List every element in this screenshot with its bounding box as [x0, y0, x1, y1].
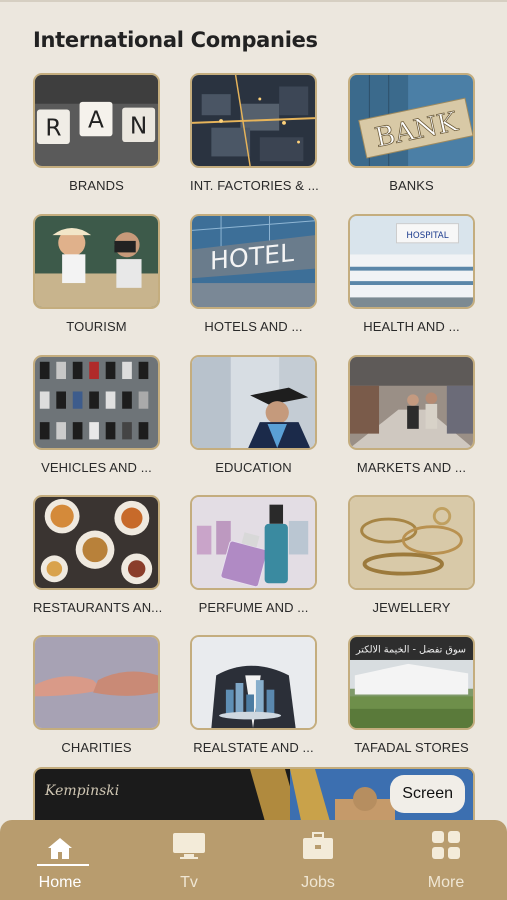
brands-letter: N: [130, 114, 147, 140]
category-tile-factories[interactable]: INT. FACTORIES & ...: [190, 73, 319, 193]
tab-label: Tv: [180, 874, 198, 891]
banks-thumbnail: BANK: [348, 73, 475, 168]
category-label: PERFUME AND ...: [198, 600, 309, 615]
category-tile-health[interactable]: HOSPITAL HEALTH AND ...: [348, 214, 475, 334]
tab-jobs[interactable]: Jobs: [263, 820, 373, 892]
category-label: CHARITIES: [61, 740, 132, 755]
category-label: HEALTH AND ...: [363, 319, 460, 334]
tourism-thumbnail: [33, 214, 160, 309]
markets-thumbnail: [348, 355, 475, 450]
category-label: TOURISM: [66, 319, 127, 334]
tv-icon: [134, 826, 244, 860]
tafadal-thumbnail: سوق تفضل - الخيمة الالكتر: [348, 635, 475, 730]
category-tile-markets[interactable]: MARKETS AND ...: [348, 355, 475, 475]
charities-thumbnail: [33, 635, 160, 730]
tab-label: Home: [38, 874, 82, 891]
home-icon: [5, 826, 115, 860]
tab-label: More: [427, 874, 465, 891]
tab-tv[interactable]: Tv: [134, 820, 244, 892]
hotels-thumbnail: HOTEL: [190, 214, 317, 309]
health-thumbnail: HOSPITAL: [348, 214, 475, 309]
hospital-sign-text: HOSPITAL: [406, 231, 448, 241]
category-tile-education[interactable]: EDUCATION: [190, 355, 317, 475]
brands-letter: R: [45, 115, 61, 141]
restaurants-thumbnail: [33, 495, 160, 590]
bottom-tab-bar: Home Tv Jobs More: [0, 820, 507, 900]
category-tile-jewellery[interactable]: JEWELLERY: [348, 495, 475, 615]
jewellery-thumbnail: [348, 495, 475, 590]
education-thumbnail: [190, 355, 317, 450]
category-tile-perfume[interactable]: PERFUME AND ...: [190, 495, 317, 615]
category-tile-realstate[interactable]: REALSTATE AND ...: [190, 635, 317, 755]
tab-label: Jobs: [301, 874, 335, 891]
category-label: HOTELS AND ...: [204, 319, 303, 334]
active-tab-indicator: [37, 864, 89, 866]
category-tile-vehicles[interactable]: VEHICLES AND ...: [33, 355, 160, 475]
store-sign-text: سوق تفضل - الخيمة الالكتر: [355, 644, 466, 655]
category-label: VEHICLES AND ...: [41, 460, 152, 475]
vehicles-thumbnail: [33, 355, 160, 450]
banner-logo: Kempinski: [45, 783, 120, 799]
category-tile-tourism[interactable]: TOURISM: [33, 214, 160, 334]
category-tile-tafadal[interactable]: سوق تفضل - الخيمة الالكتر TAFADAL STORES: [348, 635, 475, 755]
category-label: EDUCATION: [215, 460, 292, 475]
category-label: RESTAURANTS AN...: [33, 600, 163, 615]
screen-button[interactable]: Screen: [390, 775, 465, 813]
category-tile-brands[interactable]: R A N BRANDS: [33, 73, 160, 193]
status-divider: [0, 0, 507, 2]
brands-letter: A: [88, 108, 104, 134]
tab-more[interactable]: More: [391, 820, 501, 892]
category-label: BANKS: [389, 178, 434, 193]
brands-thumbnail: R A N: [33, 73, 160, 168]
category-tile-banks[interactable]: BANK BANKS: [348, 73, 475, 193]
category-label: TAFADAL STORES: [354, 740, 469, 755]
category-label: BRANDS: [69, 178, 124, 193]
category-label: MARKETS AND ...: [356, 460, 467, 475]
page-title: International Companies: [33, 28, 318, 52]
perfume-thumbnail: [190, 495, 317, 590]
category-label: INT. FACTORIES & ...: [190, 178, 319, 193]
briefcase-icon: [263, 826, 373, 860]
category-tile-charities[interactable]: CHARITIES: [33, 635, 160, 755]
tab-home[interactable]: Home: [5, 820, 115, 892]
category-tile-restaurants[interactable]: RESTAURANTS AN...: [33, 495, 163, 615]
category-label: REALSTATE AND ...: [193, 740, 314, 755]
factories-thumbnail: [190, 73, 317, 168]
realstate-thumbnail: [190, 635, 317, 730]
category-label: JEWELLERY: [372, 600, 451, 615]
grid-icon: [391, 826, 501, 860]
category-tile-hotels[interactable]: HOTEL HOTELS AND ...: [190, 214, 317, 334]
